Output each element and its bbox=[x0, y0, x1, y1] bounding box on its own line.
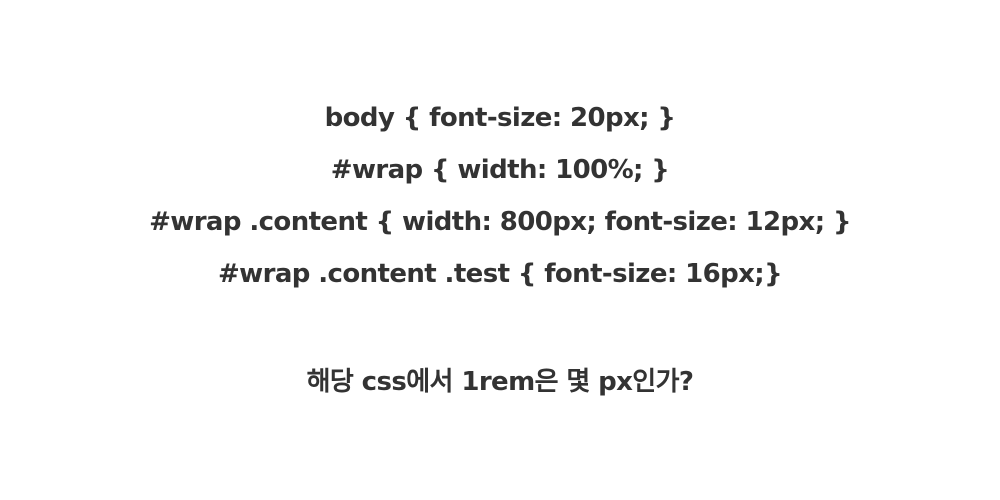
css-code-block: body { font-size: 20px; } #wrap { width:… bbox=[0, 92, 1000, 300]
quiz-card: body { font-size: 20px; } #wrap { width:… bbox=[0, 0, 1000, 500]
css-rule-wrap-content: #wrap .content { width: 800px; font-size… bbox=[149, 207, 851, 237]
css-rule-wrap-content-test: #wrap .content .test { font-size: 16px;} bbox=[218, 259, 783, 289]
question-text: 해당 css에서 1rem은 몇 px인가? bbox=[306, 367, 694, 397]
css-rule-body: body { font-size: 20px; } bbox=[324, 103, 676, 133]
css-rule-wrap: #wrap { width: 100%; } bbox=[330, 155, 670, 185]
